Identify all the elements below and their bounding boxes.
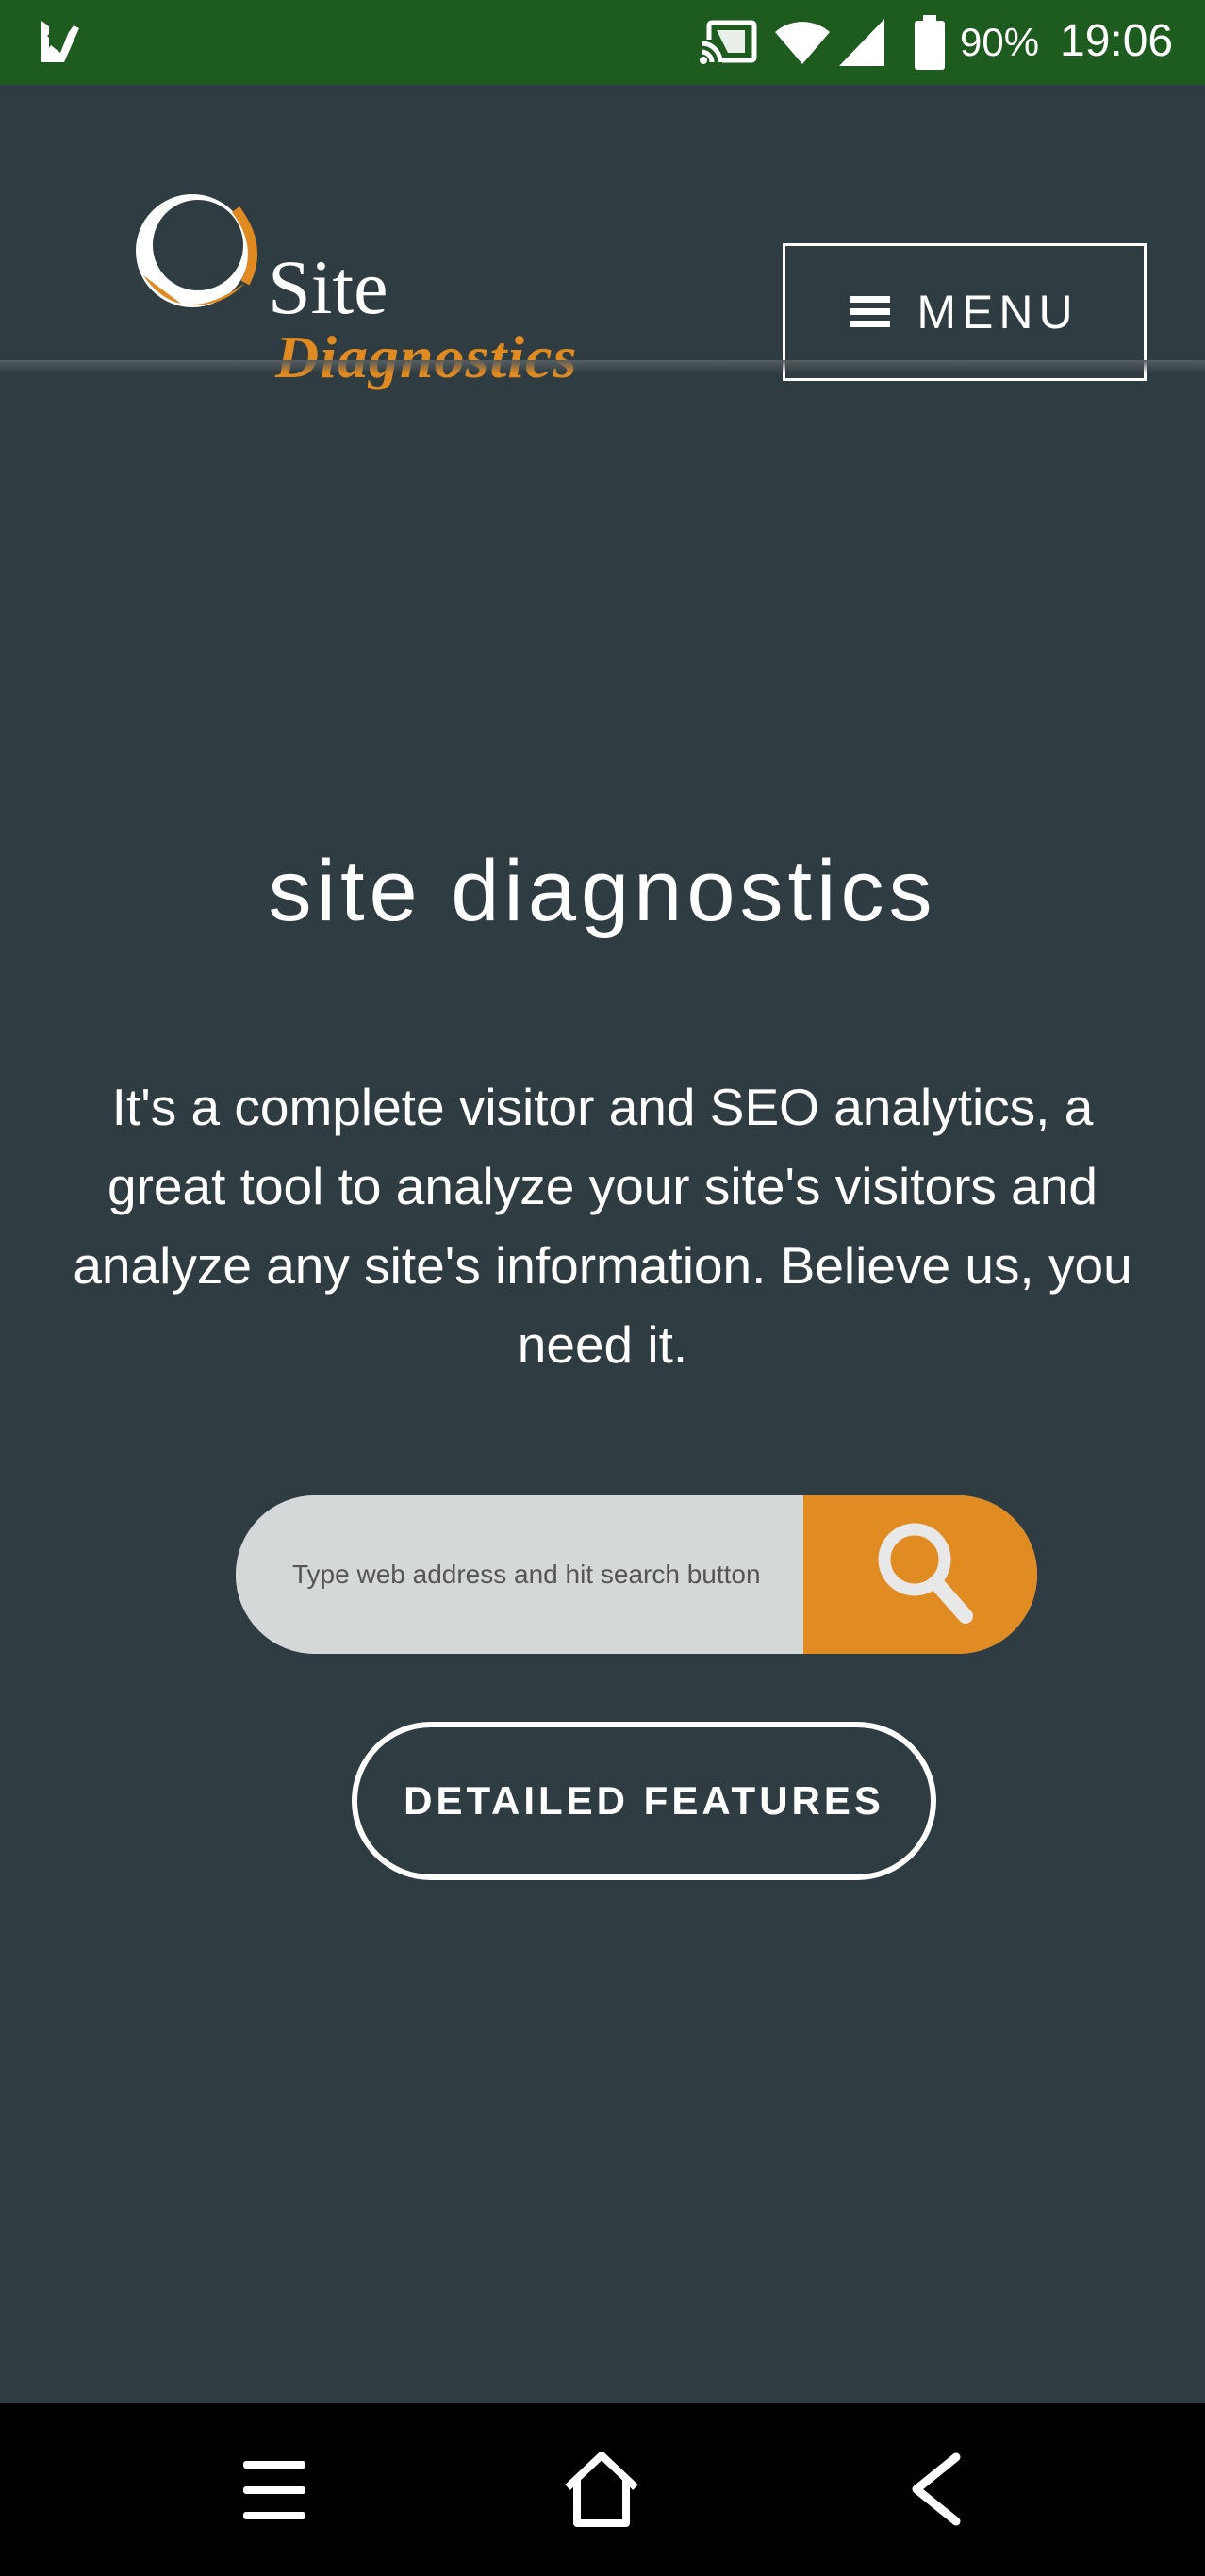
menu-label: MENU xyxy=(916,286,1079,339)
app-notification-icon xyxy=(41,19,79,62)
site-logo[interactable]: Site Diagnostics xyxy=(124,172,596,390)
android-nav-bar xyxy=(0,2403,1205,2576)
site-header: Site Diagnostics MENU xyxy=(0,85,1205,390)
hero-title: site diagnostics xyxy=(268,843,937,939)
clock: 19:06 xyxy=(1060,16,1174,66)
hero-description: It's a complete visitor and SEO analytic… xyxy=(73,1078,1132,1374)
logo-text-diagnostics: Diagnostics xyxy=(275,323,578,390)
home-icon[interactable] xyxy=(562,2450,641,2529)
battery-icon xyxy=(915,15,945,70)
detailed-features-button[interactable]: DETAILED FEATURES xyxy=(352,1722,936,1880)
wifi-icon xyxy=(775,22,830,64)
battery-percentage: 90% xyxy=(960,20,1040,64)
back-icon[interactable] xyxy=(905,2452,966,2527)
logo-text-site: Site xyxy=(268,244,388,330)
header-divider xyxy=(0,360,1205,373)
search-button[interactable] xyxy=(803,1495,1037,1654)
cast-icon xyxy=(700,20,757,66)
status-bar: 90% 19:06 xyxy=(0,0,1205,85)
search-icon xyxy=(878,1523,973,1624)
hamburger-icon xyxy=(850,296,891,327)
cell-signal-icon xyxy=(839,19,884,66)
recents-icon[interactable] xyxy=(239,2455,309,2525)
search-form xyxy=(236,1495,1037,1654)
url-search-input[interactable] xyxy=(236,1495,803,1654)
logo-ring-icon xyxy=(136,194,257,307)
